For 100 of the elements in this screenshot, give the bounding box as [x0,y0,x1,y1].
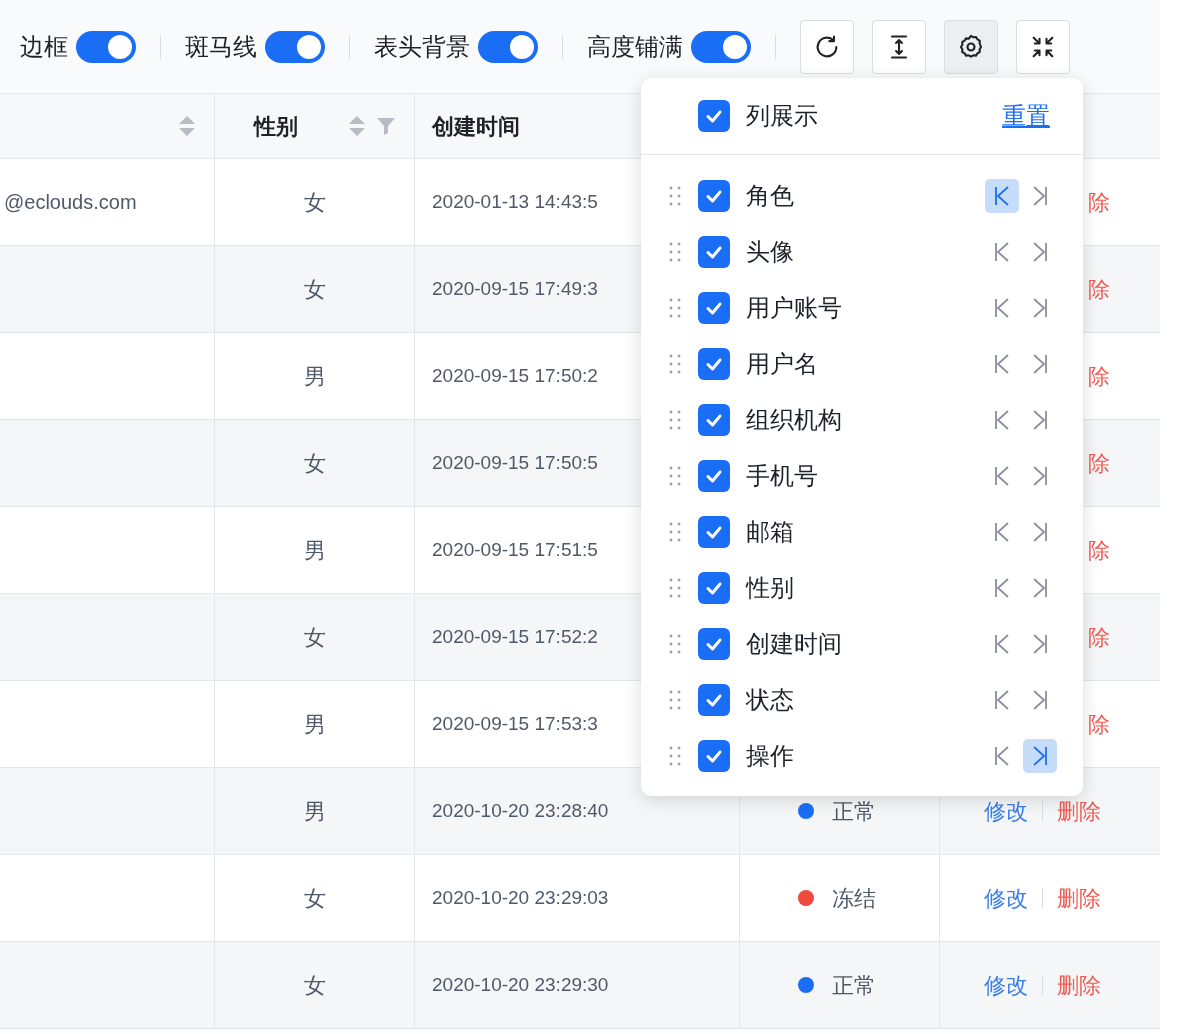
table-cell-text: 2020-10-20 23:28:40 [432,798,609,823]
checkbox[interactable] [698,740,730,772]
drag-handle-icon[interactable] [668,689,682,711]
pin-left-icon [993,409,1011,431]
pin-left-icon [993,521,1011,543]
drag-handle-icon[interactable] [668,577,682,599]
checkbox[interactable] [698,348,730,380]
drag-handle-icon[interactable] [668,745,682,767]
column-option[interactable]: 性别 [746,570,985,606]
pin-right-icon [1031,633,1049,655]
status-text: 正常 [832,797,876,826]
column-option[interactable]: 操作 [746,738,985,774]
delete-link[interactable]: 除 [1088,359,1110,393]
delete-link[interactable]: 除 [1088,707,1110,741]
delete-link[interactable]: 除 [1088,185,1110,219]
toggle-switch[interactable] [76,30,136,63]
edit-link[interactable]: 修改 [984,881,1028,915]
checkbox[interactable] [698,100,730,132]
pin-left-button[interactable] [985,179,1019,213]
pin-left-icon [993,297,1011,319]
pin-right-icon [1031,745,1049,767]
pin-left-icon [993,577,1011,599]
toggle-label: 斑马线 [185,31,257,62]
height-button[interactable] [872,19,926,74]
checkbox[interactable] [698,572,730,604]
column-option[interactable]: 手机号 [746,458,985,494]
column-option[interactable]: 状态 [746,682,985,718]
column-option[interactable]: 邮箱 [746,514,985,550]
sort-icon[interactable] [347,114,366,138]
pin-right-icon [1031,577,1049,599]
column-option[interactable]: 头像 [746,234,985,270]
delete-link[interactable]: 删除 [1057,794,1101,828]
drag-handle-icon[interactable] [668,409,682,431]
status-text: 冻结 [832,884,876,913]
table-cell-text: 男 [303,710,326,739]
checkbox[interactable] [698,404,730,436]
drag-handle-icon[interactable] [668,297,682,319]
pin-right-icon [1031,297,1049,319]
toggle-switch[interactable] [478,30,538,63]
pin-left-icon [993,689,1011,711]
column-option[interactable]: 角色 [746,178,985,214]
column-option[interactable]: 用户账号 [746,290,985,326]
drag-handle-icon[interactable] [668,353,682,375]
toggle-label: 高度铺满 [587,31,683,62]
drag-handle-icon[interactable] [668,241,682,263]
pin-right-icon [1031,465,1049,487]
delete-link[interactable]: 除 [1088,620,1110,654]
toggle-label: 表头背景 [374,31,470,62]
drag-handle-icon[interactable] [668,185,682,207]
pin-left-icon [993,465,1011,487]
table-cell-text: 2020-10-20 23:29:30 [432,972,609,997]
checkbox[interactable] [698,292,730,324]
edit-link[interactable]: 修改 [984,794,1028,828]
refresh-button[interactable] [800,19,854,74]
delete-link[interactable]: 除 [1088,446,1110,480]
table-cell-text: 2020-09-15 17:49:3 [432,276,598,301]
sort-icon[interactable] [178,114,196,138]
delete-link[interactable]: 除 [1088,272,1110,306]
filter-icon[interactable] [375,116,396,136]
table-cell-text: 2020-09-15 17:52:2 [432,624,598,649]
checkbox[interactable] [698,236,730,268]
pin-right-button[interactable] [1023,739,1057,773]
column-option[interactable]: 组织机构 [746,402,985,438]
column-option[interactable]: 创建时间 [746,626,985,662]
fullscreen-button[interactable] [1016,19,1070,74]
checkbox[interactable] [698,460,730,492]
edit-link[interactable]: 修改 [984,968,1028,1002]
checkbox[interactable] [698,180,730,212]
popover-title: 列展示 [746,101,819,131]
delete-link[interactable]: 删除 [1057,881,1101,915]
checkbox[interactable] [698,516,730,548]
pin-right-icon [1031,185,1049,207]
reset-link[interactable]: 重置 [1002,98,1050,134]
drag-handle-icon[interactable] [668,521,682,543]
checkbox[interactable] [698,628,730,660]
table-cell-text: 女 [303,971,326,1000]
drag-handle-icon[interactable] [668,633,682,655]
column-header: 创建时间 [432,112,520,141]
table-cell-text: 2020-09-15 17:50:2 [432,363,598,388]
checkbox[interactable] [698,684,730,716]
toggle-switch[interactable] [691,30,751,63]
settings-button[interactable] [944,19,998,74]
toggle-switch[interactable] [265,30,325,63]
table-cell-text: 2020-09-15 17:51:5 [432,537,598,562]
table-cell-text: 女 [303,449,326,478]
drag-handle-icon[interactable] [668,465,682,487]
pin-left-icon [993,241,1011,263]
table-cell-text: 男 [303,536,326,565]
delete-link[interactable]: 除 [1088,533,1110,567]
table-cell-text: @eclouds.com [3,190,137,215]
pin-left-icon [993,745,1011,767]
table-cell-text: 男 [303,362,326,391]
column-option[interactable]: 用户名 [746,346,985,382]
pin-right-icon [1031,409,1049,431]
table-cell-text: 2020-10-20 23:29:03 [432,885,609,910]
table-cell-text: 女 [303,884,326,913]
pin-left-icon [993,633,1011,655]
delete-link[interactable]: 删除 [1057,968,1101,1002]
pin-right-icon [1031,521,1049,543]
table-cell-text: 男 [303,797,326,826]
